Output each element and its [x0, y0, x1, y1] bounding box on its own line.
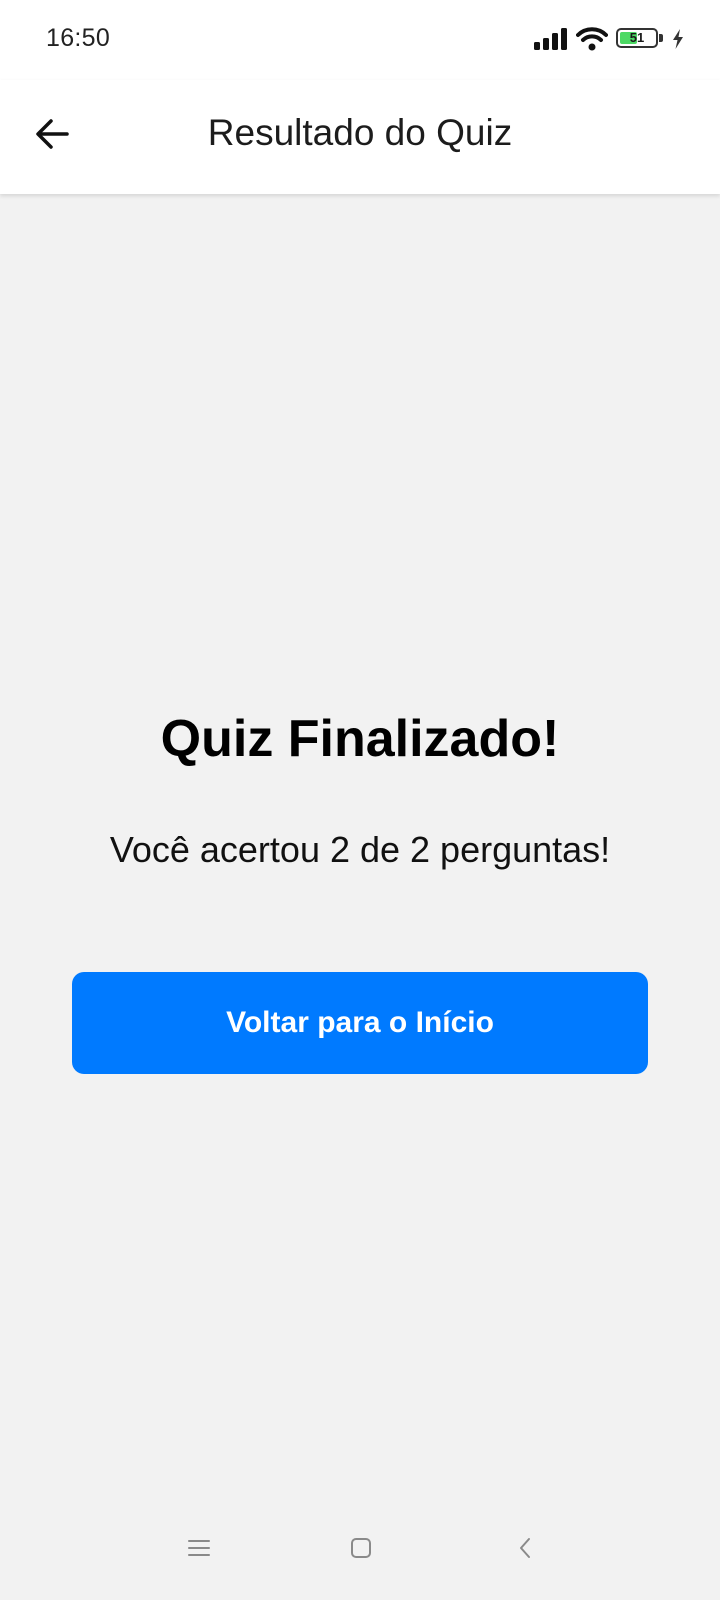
recent-apps-button[interactable] — [179, 1530, 219, 1570]
charging-bolt-icon — [672, 29, 684, 49]
app-bar: Resultado do Quiz — [0, 80, 720, 194]
signal-icon — [534, 28, 568, 50]
back-to-home-button[interactable]: Voltar para o Início — [72, 972, 648, 1074]
back-nav-button[interactable] — [505, 1530, 545, 1570]
result-title: Quiz Finalizado! — [160, 710, 560, 768]
battery-icon: 51 — [616, 28, 664, 50]
status-time: 16:50 — [46, 24, 111, 52]
result-message: Você acertou 2 de 2 perguntas! — [109, 829, 611, 870]
home-nav-button[interactable] — [341, 1530, 381, 1570]
home-square-icon — [350, 1537, 372, 1564]
menu-icon — [188, 1539, 210, 1562]
back-chevron-icon — [518, 1537, 532, 1564]
battery-level: 51 — [629, 30, 645, 45]
result-content: Quiz Finalizado! Você acertou 2 de 2 per… — [0, 194, 720, 1494]
status-bar: 16:50 51 — [0, 0, 720, 80]
status-icons: 51 — [534, 24, 684, 54]
system-nav-bar — [0, 1500, 720, 1600]
page-title: Resultado do Quiz — [207, 112, 513, 153]
wifi-icon — [576, 27, 608, 51]
